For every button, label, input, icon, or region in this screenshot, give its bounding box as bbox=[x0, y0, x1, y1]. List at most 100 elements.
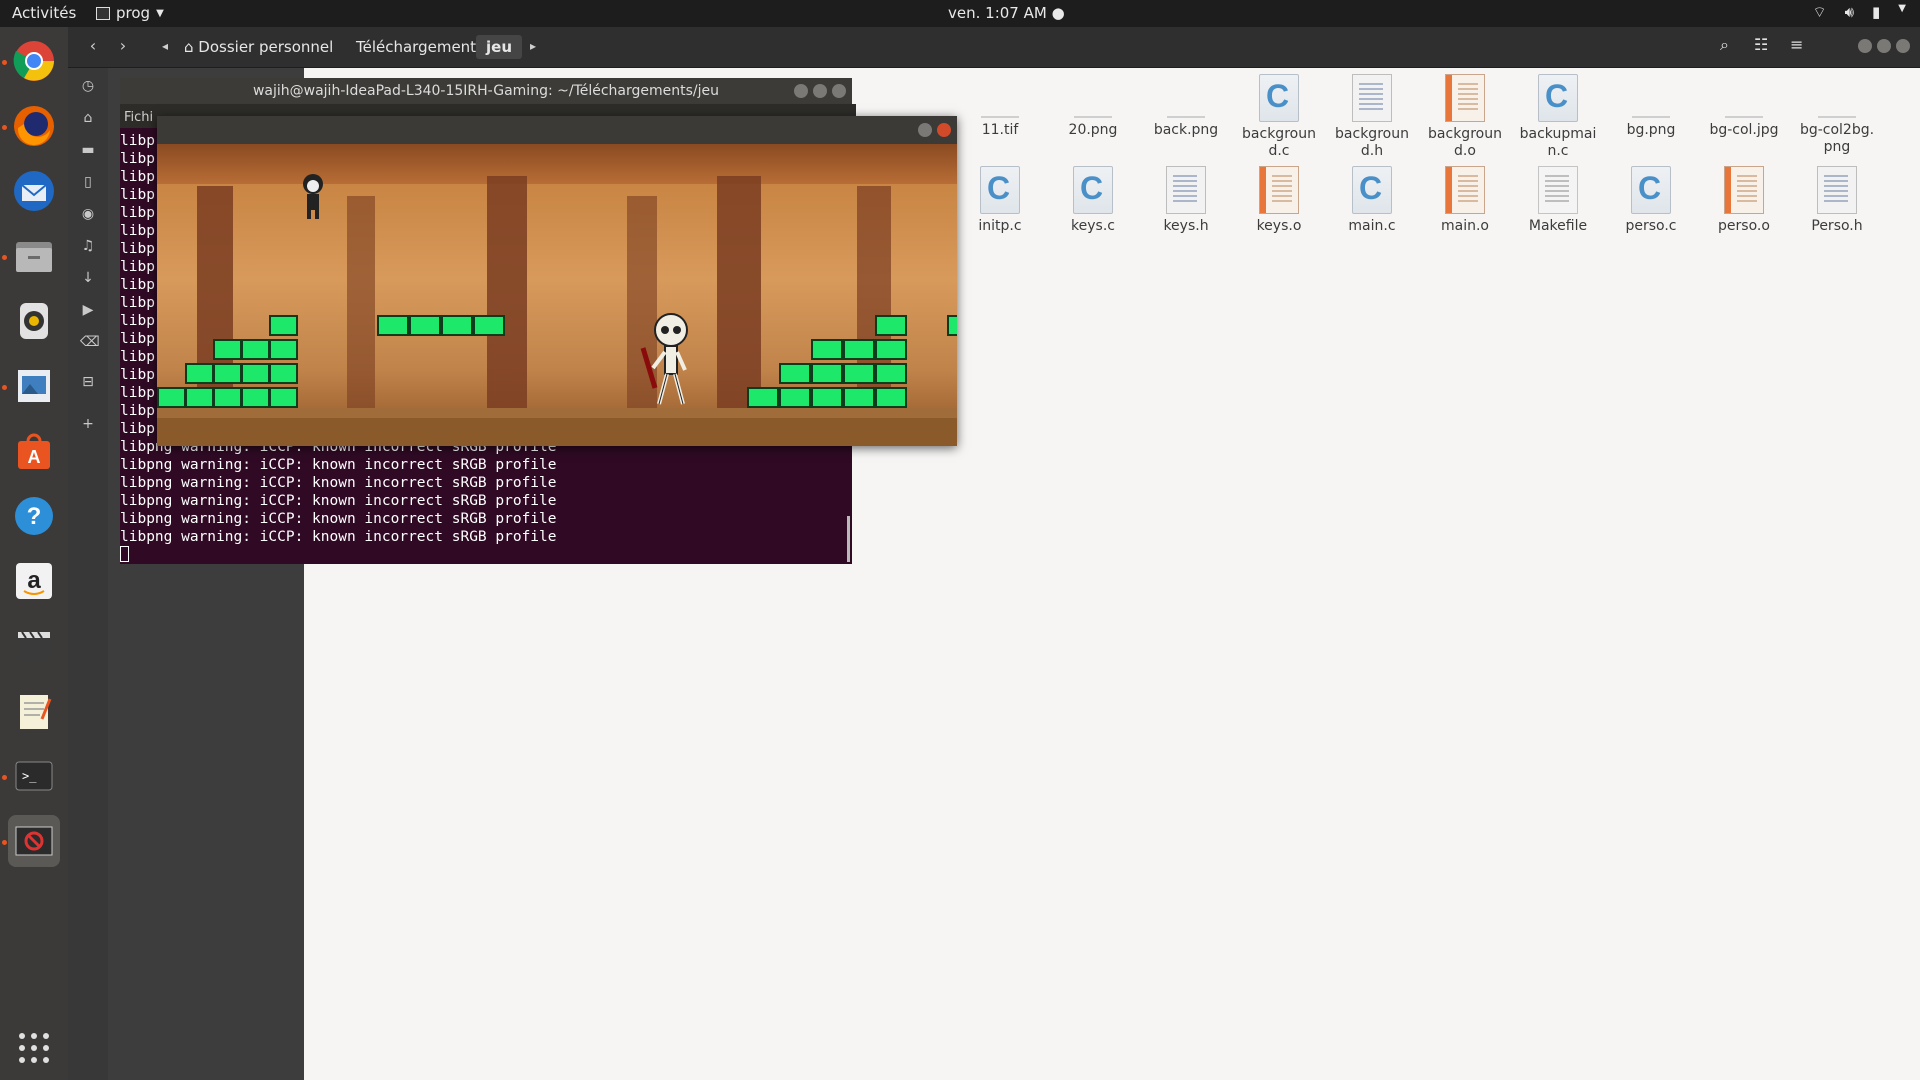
file-item[interactable]: backgroun d.o bbox=[1419, 74, 1511, 160]
file-item[interactable]: bg.png bbox=[1605, 68, 1697, 139]
platform-block bbox=[185, 363, 214, 384]
file-item[interactable]: backupmai n.c bbox=[1512, 74, 1604, 160]
menu-file[interactable]: Fichi bbox=[124, 110, 153, 125]
help-icon[interactable]: ? bbox=[8, 490, 60, 542]
amazon-icon[interactable]: a bbox=[8, 555, 60, 607]
breadcrumb-downloads[interactable]: Téléchargements bbox=[346, 35, 494, 59]
file-item[interactable]: perso.o bbox=[1698, 166, 1790, 235]
maximize-icon[interactable] bbox=[1877, 39, 1891, 53]
platform-block bbox=[213, 339, 242, 360]
makefile-icon bbox=[1538, 166, 1578, 214]
files-icon[interactable] bbox=[8, 230, 60, 282]
file-item[interactable]: keys.h bbox=[1140, 166, 1232, 235]
terminal-scrollbar[interactable] bbox=[847, 516, 850, 562]
thunderbird-icon[interactable] bbox=[8, 165, 60, 217]
minimize-icon[interactable] bbox=[794, 84, 808, 98]
forward-icon[interactable]: › bbox=[112, 35, 134, 57]
close-icon[interactable] bbox=[1896, 39, 1910, 53]
minimize-icon[interactable] bbox=[918, 123, 932, 137]
chevron-down-icon: ▼ bbox=[1898, 3, 1906, 14]
drive-icon[interactable]: ⊟ bbox=[80, 374, 96, 390]
file-item[interactable]: Perso.h bbox=[1791, 166, 1883, 235]
image-viewer-icon[interactable] bbox=[8, 360, 60, 412]
activities-button[interactable]: Activités bbox=[12, 4, 76, 22]
file-item[interactable]: keys.c bbox=[1047, 166, 1139, 235]
music-icon[interactable]: ♫ bbox=[80, 238, 96, 254]
object-file-icon bbox=[1445, 166, 1485, 214]
minimize-icon[interactable] bbox=[1858, 39, 1872, 53]
game-window-icon[interactable] bbox=[8, 815, 60, 867]
c-source-file-icon bbox=[980, 166, 1020, 214]
file-item[interactable]: bg-col.jpg bbox=[1698, 68, 1790, 139]
running-indicator bbox=[2, 840, 7, 845]
header-file-icon bbox=[1817, 166, 1857, 214]
file-item[interactable]: bg-col2bg. png bbox=[1791, 68, 1883, 156]
file-item[interactable]: initp.c bbox=[954, 166, 1046, 235]
file-item[interactable]: 20.png bbox=[1047, 68, 1139, 139]
file-item[interactable]: perso.c bbox=[1605, 166, 1697, 235]
documents-icon[interactable]: ▯ bbox=[80, 174, 96, 190]
game-window[interactable] bbox=[157, 116, 957, 446]
game-title-bar[interactable] bbox=[157, 116, 957, 144]
menu-icon[interactable]: ≡ bbox=[1790, 35, 1803, 54]
home-icon: ⌂ bbox=[184, 38, 199, 56]
view-options-icon[interactable]: ☷ bbox=[1754, 35, 1768, 54]
download-icon[interactable]: ↓ bbox=[80, 270, 96, 286]
clock[interactable]: ven. 1:07 AM ● bbox=[948, 4, 1065, 22]
terminal-line: libpng warning: iCCP: known incorrect sR… bbox=[120, 475, 557, 491]
platform-block bbox=[875, 387, 907, 408]
recent-icon[interactable]: ◷ bbox=[80, 78, 96, 94]
file-item[interactable]: keys.o bbox=[1233, 166, 1325, 235]
camera-icon[interactable]: ◉ bbox=[80, 206, 96, 222]
system-tray[interactable]: ⌔ 🔊︎ ▮ ▼ bbox=[1812, 3, 1906, 22]
terminal-line: libpng warning: iCCP: known incorrect sR… bbox=[120, 511, 557, 527]
folder-icon[interactable]: ▬ bbox=[80, 142, 96, 158]
file-item[interactable]: main.c bbox=[1326, 166, 1418, 235]
back-icon[interactable]: ‹ bbox=[82, 35, 104, 57]
wifi-icon: ⌔ bbox=[1812, 3, 1827, 21]
text-editor-icon[interactable] bbox=[8, 685, 60, 737]
terminal-icon[interactable]: >_ bbox=[8, 750, 60, 802]
trash-icon[interactable]: ⌫ bbox=[80, 334, 100, 350]
svg-text:>_: >_ bbox=[22, 769, 37, 783]
show-applications-icon[interactable] bbox=[8, 1022, 60, 1074]
platform-block bbox=[157, 387, 186, 408]
breadcrumb-left-icon[interactable]: ◂ bbox=[154, 35, 176, 57]
c-source-file-icon bbox=[1073, 166, 1113, 214]
breadcrumb-jeu[interactable]: jeu bbox=[476, 35, 522, 59]
search-icon[interactable]: ⌕ bbox=[1720, 35, 1729, 55]
platform-block bbox=[441, 315, 473, 336]
app-menu[interactable]: prog ▼ bbox=[96, 4, 164, 22]
add-location-icon[interactable]: + bbox=[80, 416, 96, 432]
video-editor-icon[interactable] bbox=[8, 620, 60, 672]
file-item[interactable]: backgroun d.h bbox=[1326, 74, 1418, 160]
maximize-icon[interactable] bbox=[813, 84, 827, 98]
breadcrumb-home[interactable]: ⌂ Dossier personnel bbox=[174, 35, 343, 59]
platform-block bbox=[875, 363, 907, 384]
terminal-title-bar[interactable]: wajih@wajih-IdeaPad-L340-15IRH-Gaming: ~… bbox=[120, 78, 852, 104]
window-buttons bbox=[918, 123, 951, 137]
breadcrumb-right-icon[interactable]: ▸ bbox=[522, 35, 544, 57]
file-item[interactable]: Makefile bbox=[1512, 166, 1604, 235]
file-item[interactable]: main.o bbox=[1419, 166, 1511, 235]
game-canvas[interactable] bbox=[157, 144, 957, 446]
software-center-icon[interactable]: A bbox=[8, 425, 60, 477]
platform-block bbox=[747, 387, 779, 408]
video-icon[interactable]: ▶ bbox=[80, 302, 96, 318]
terminal-app-icon bbox=[96, 6, 110, 20]
file-item[interactable]: back.png bbox=[1140, 68, 1232, 139]
platform-block bbox=[241, 339, 270, 360]
terminal-line: libpng warning: iCCP: known incorrect sR… bbox=[120, 529, 557, 545]
home-icon[interactable]: ⌂ bbox=[80, 110, 96, 126]
close-icon[interactable] bbox=[937, 123, 951, 137]
close-icon[interactable] bbox=[832, 84, 846, 98]
rhythmbox-icon[interactable] bbox=[8, 295, 60, 347]
c-source-file-icon bbox=[1352, 166, 1392, 214]
file-item[interactable]: backgroun d.c bbox=[1233, 74, 1325, 160]
chevron-down-icon: ▼ bbox=[156, 7, 164, 19]
file-item[interactable]: 11.tif bbox=[954, 68, 1046, 139]
terminal-line: libpng warning: iCCP: known incorrect sR… bbox=[120, 493, 557, 509]
chrome-icon[interactable] bbox=[8, 35, 60, 87]
volume-icon: 🔊︎ bbox=[1844, 3, 1855, 21]
firefox-icon[interactable] bbox=[8, 100, 60, 152]
